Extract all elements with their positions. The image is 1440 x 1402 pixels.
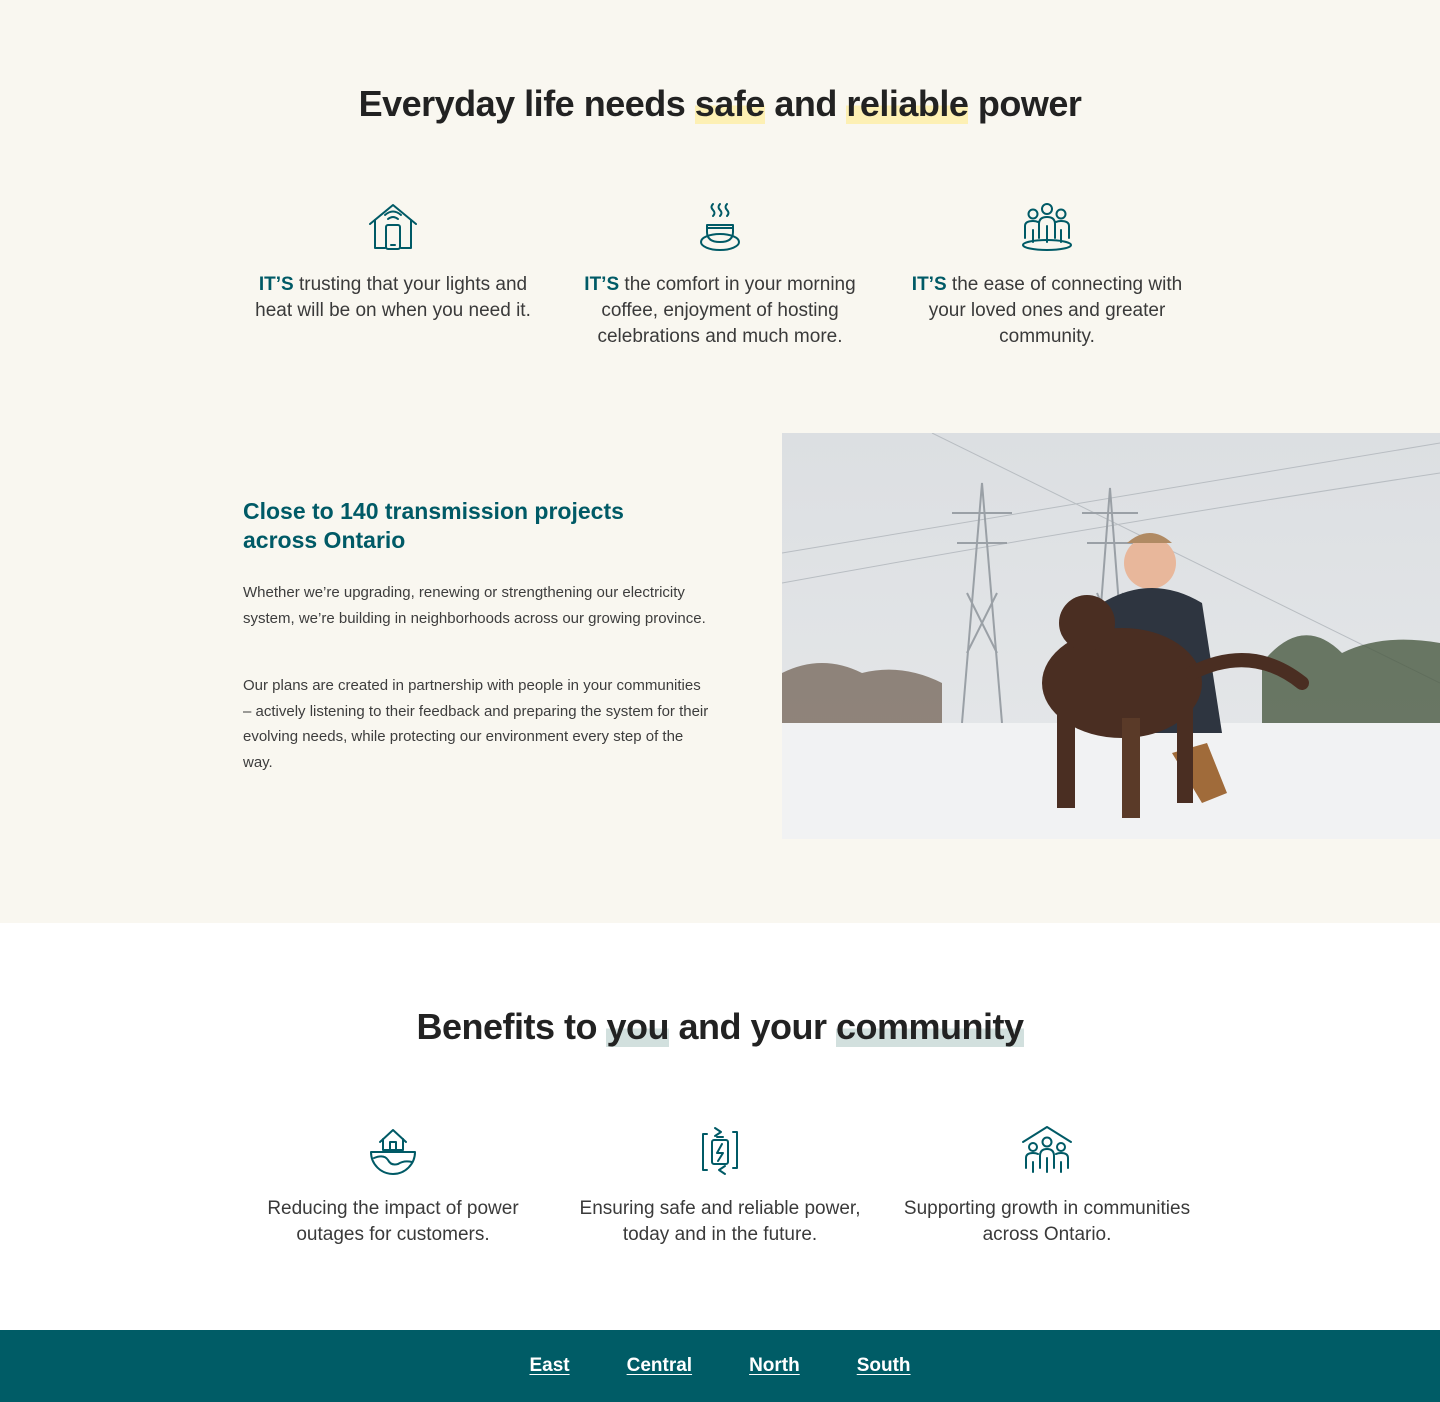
- projects-title: Close to 140 transmission projects acros…: [243, 498, 624, 553]
- headline-text: and: [764, 83, 847, 124]
- value-description: trusting that your lights and heat will …: [255, 274, 531, 321]
- photo-illustration: [782, 433, 1440, 839]
- value-text: IT’S the ease of connecting with your lo…: [897, 272, 1197, 350]
- region-link-north[interactable]: North: [749, 1355, 800, 1377]
- value-description: the comfort in your morning coffee, enjo…: [597, 274, 856, 347]
- value-item-community: IT’S the ease of connecting with your lo…: [897, 200, 1197, 350]
- community-house-icon: [1022, 1126, 1072, 1173]
- battery-cycle-icon: [702, 1127, 738, 1175]
- its-label: IT’S: [911, 274, 947, 295]
- coffee-cup-icon: [700, 203, 740, 251]
- smart-home-phone-icon: [369, 204, 417, 250]
- benefit-text: Supporting growth in communities across …: [903, 1198, 1191, 1245]
- benefit-item-reliable: Ensuring safe and reliable power, today …: [570, 1124, 870, 1248]
- headline-text: and your: [668, 1006, 837, 1047]
- headline-highlight-community: community: [836, 1006, 1024, 1047]
- its-label: IT’S: [258, 274, 294, 295]
- value-item-lights: IT’S trusting that your lights and heat …: [243, 200, 543, 324]
- headline-highlight-safe: safe: [694, 83, 765, 124]
- region-nav: East Central North South: [0, 1330, 1440, 1402]
- headline-text: Benefits to: [416, 1006, 607, 1047]
- region-link-south[interactable]: South: [857, 1355, 911, 1377]
- headline-text: power: [968, 83, 1082, 124]
- man-with-dog-photo: [782, 433, 1440, 839]
- benefit-item-growth: Supporting growth in communities across …: [897, 1124, 1197, 1248]
- region-link-east[interactable]: East: [529, 1355, 569, 1377]
- benefit-text: Ensuring safe and reliable power, today …: [579, 1198, 861, 1245]
- value-item-coffee: IT’S the comfort in your morning coffee,…: [570, 200, 870, 350]
- community-people-icon: [1022, 203, 1072, 251]
- headline-highlight-reliable: reliable: [846, 83, 969, 124]
- headline-highlight-you: you: [606, 1006, 669, 1047]
- benefit-item-outages: Reducing the impact of power outages for…: [243, 1124, 543, 1248]
- value-text: IT’S trusting that your lights and heat …: [243, 272, 543, 324]
- value-description: the ease of connecting with your loved o…: [928, 274, 1183, 347]
- value-text: IT’S the comfort in your morning coffee,…: [570, 272, 870, 350]
- headline-text: Everyday life needs: [358, 83, 695, 124]
- region-link-central[interactable]: Central: [627, 1355, 692, 1377]
- hero-headline: Everyday life needs safe and reliable po…: [0, 83, 1440, 124]
- house-globe-icon: [370, 1129, 416, 1175]
- its-label: IT’S: [584, 274, 620, 295]
- benefit-text: Reducing the impact of power outages for…: [267, 1198, 519, 1245]
- benefits-headline: Benefits to you and your community: [0, 1006, 1440, 1047]
- projects-paragraph-2: Our plans are created in partnership wit…: [243, 677, 709, 771]
- projects-paragraph-1: Whether we’re upgrading, renewing or str…: [243, 584, 706, 627]
